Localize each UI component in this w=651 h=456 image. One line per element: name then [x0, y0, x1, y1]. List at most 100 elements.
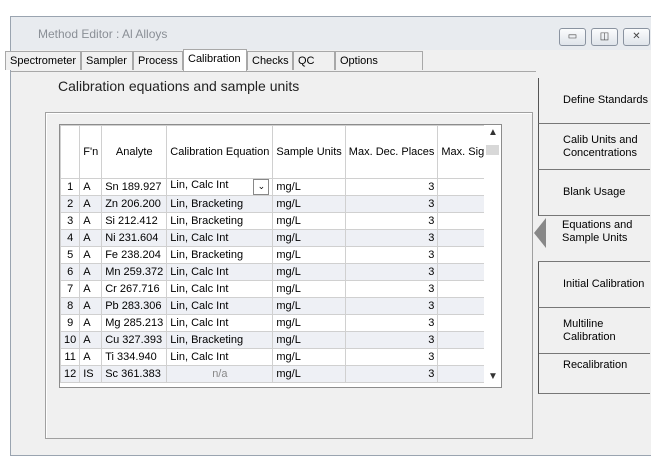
units-cell[interactable]: mg/L [272, 348, 346, 366]
equation-cell[interactable]: n/a [166, 365, 274, 383]
tab-spectrometer[interactable]: Spectrometer [5, 51, 81, 70]
analyte-header[interactable]: Analyte [101, 125, 168, 179]
equation-cell[interactable]: Lin, Calc Int [166, 280, 274, 298]
max-dec-cell[interactable]: 3 [344, 280, 439, 298]
units-cell[interactable]: mg/L [272, 331, 346, 349]
max-dec-cell[interactable]: 3 [344, 348, 439, 366]
units-cell[interactable]: mg/L [272, 263, 346, 281]
fn-cell[interactable]: A [79, 331, 103, 349]
sample-units-header[interactable]: Sample Units [272, 125, 346, 179]
units-cell[interactable]: mg/L [272, 246, 346, 264]
fn-header[interactable]: F'n [79, 125, 103, 179]
analyte-cell[interactable]: Mg 285.213 [101, 314, 168, 332]
max-dec-cell[interactable]: 3 [344, 178, 439, 196]
fn-cell[interactable]: A [79, 280, 103, 298]
max-dec-cell[interactable]: 3 [344, 297, 439, 315]
fn-cell[interactable]: A [79, 297, 103, 315]
analyte-cell[interactable]: Fe 238.204 [101, 246, 168, 264]
max-dec-cell[interactable]: 3 [344, 314, 439, 332]
pointer-arrow-icon [534, 218, 546, 248]
table-row[interactable]: 1ASn 189.927Lin, Calc Int⌄mg/L34 [60, 178, 501, 196]
analyte-cell[interactable]: Pb 283.306 [101, 297, 168, 315]
table-row[interactable]: 4ANi 231.604Lin, Calc Intmg/L34 [60, 229, 501, 247]
analyte-cell[interactable]: Mn 259.372 [101, 263, 168, 281]
analyte-cell[interactable]: Zn 206.200 [101, 195, 168, 213]
table-row[interactable]: 11ATi 334.940Lin, Calc Intmg/L34 [60, 348, 501, 366]
equation-cell[interactable]: Lin, Calc Int ⌄ [166, 178, 274, 196]
analyte-cell[interactable]: Ni 231.604 [101, 229, 168, 247]
fn-cell[interactable]: IS [79, 365, 103, 383]
table-row[interactable]: 12ISSc 361.383n/amg/L34 [60, 365, 501, 383]
fn-cell[interactable]: A [79, 263, 103, 281]
fn-cell[interactable]: A [79, 212, 103, 230]
fn-cell[interactable]: A [79, 348, 103, 366]
equation-header[interactable]: Calibration Equation [166, 125, 274, 179]
max-dec-cell[interactable]: 3 [344, 246, 439, 264]
analyte-cell[interactable]: Sn 189.927 [101, 178, 168, 196]
max-dec-header[interactable]: Max. Dec. Places [344, 125, 439, 179]
tab-options[interactable]: Options [335, 51, 423, 70]
scroll-down-arrow-icon[interactable]: ▼ [488, 371, 498, 382]
fn-cell[interactable]: A [79, 195, 103, 213]
scroll-thumb[interactable] [486, 145, 499, 155]
table-row[interactable]: 6AMn 259.372Lin, Calc Intmg/L34 [60, 263, 501, 281]
close-button[interactable]: ✕ [623, 28, 650, 46]
units-cell[interactable]: mg/L [272, 314, 346, 332]
equation-cell[interactable]: Lin, Bracketing [166, 195, 274, 213]
equation-cell[interactable]: Lin, Bracketing [166, 212, 274, 230]
units-cell[interactable]: mg/L [272, 365, 346, 383]
max-dec-cell[interactable]: 3 [344, 229, 439, 247]
table-row[interactable]: 5AFe 238.204Lin, Bracketingmg/L34 [60, 246, 501, 264]
equation-cell[interactable]: Lin, Calc Int [166, 314, 274, 332]
equation-cell[interactable]: Lin, Calc Int [166, 297, 274, 315]
table-row[interactable]: 3ASi 212.412Lin, Bracketingmg/L34 [60, 212, 501, 230]
table-row[interactable]: 9AMg 285.213Lin, Calc Intmg/L34 [60, 314, 501, 332]
chevron-down-icon[interactable]: ⌄ [253, 179, 270, 195]
analyte-cell[interactable]: Ti 334.940 [101, 348, 168, 366]
tab-checks[interactable]: Checks [247, 51, 293, 70]
scroll-up-arrow-icon[interactable]: ▲ [488, 127, 498, 138]
units-cell[interactable]: mg/L [272, 178, 346, 196]
max-dec-cell[interactable]: 3 [344, 365, 439, 383]
max-dec-cell-text: 3 [428, 198, 435, 210]
analyte-cell[interactable]: Sc 361.383 [101, 365, 168, 383]
units-cell[interactable]: mg/L [272, 280, 346, 298]
units-cell[interactable]: mg/L [272, 229, 346, 247]
analyte-cell[interactable]: Cr 267.716 [101, 280, 168, 298]
fn-cell[interactable]: A [79, 246, 103, 264]
equation-cell[interactable]: Lin, Calc Int [166, 348, 274, 366]
tab-qc[interactable]: QC [293, 51, 335, 70]
nav-initial-calibration[interactable]: Initial Calibration [538, 262, 650, 308]
nav-recalibration[interactable]: Recalibration [538, 338, 650, 394]
nav-equations-sample-units[interactable]: Equations and Sample Units [534, 202, 650, 262]
nav-calib-units[interactable]: Calib Units and Concentrations [538, 124, 650, 170]
equation-cell[interactable]: Lin, Bracketing [166, 331, 274, 349]
fn-cell[interactable]: A [79, 229, 103, 247]
equation-cell[interactable]: Lin, Calc Int [166, 229, 274, 247]
table-row[interactable]: 8APb 283.306Lin, Calc Intmg/L34 [60, 297, 501, 315]
tab-sampler[interactable]: Sampler [81, 51, 133, 70]
analyte-cell[interactable]: Si 212.412 [101, 212, 168, 230]
units-cell[interactable]: mg/L [272, 212, 346, 230]
vertical-scrollbar[interactable]: ▲ ▼ [484, 125, 501, 387]
units-cell[interactable]: mg/L [272, 297, 346, 315]
equation-cell[interactable]: Lin, Calc Int [166, 263, 274, 281]
fn-cell[interactable]: A [79, 314, 103, 332]
analyte-cell[interactable]: Cu 327.393 [101, 331, 168, 349]
units-cell[interactable]: mg/L [272, 195, 346, 213]
tab-process[interactable]: Process [133, 51, 183, 70]
nav-label: Equations and Sample Units [562, 218, 633, 244]
max-dec-cell[interactable]: 3 [344, 212, 439, 230]
table-row[interactable]: 7ACr 267.716Lin, Calc Intmg/L34 [60, 280, 501, 298]
table-row[interactable]: 2AZn 206.200Lin, Bracketingmg/L34 [60, 195, 501, 213]
max-dec-cell[interactable]: 3 [344, 195, 439, 213]
minimize-button[interactable]: ▭ [559, 28, 586, 46]
table-row[interactable]: 10ACu 327.393Lin, Bracketingmg/L34 [60, 331, 501, 349]
max-dec-cell[interactable]: 3 [344, 263, 439, 281]
max-dec-cell[interactable]: 3 [344, 331, 439, 349]
tab-calibration[interactable]: Calibration [183, 49, 247, 71]
equation-cell[interactable]: Lin, Bracketing [166, 246, 274, 264]
nav-define-standards[interactable]: Define Standards [538, 78, 650, 124]
restore-button[interactable]: ◫ [591, 28, 618, 46]
fn-cell[interactable]: A [79, 178, 103, 196]
